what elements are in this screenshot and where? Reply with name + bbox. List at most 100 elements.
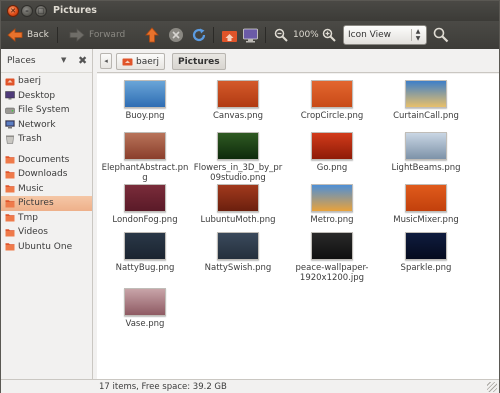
folder-icon [5, 170, 15, 179]
stop-button[interactable] [168, 25, 184, 45]
file-item[interactable]: Go.png [287, 132, 377, 173]
sidebar-item-desktop[interactable]: Desktop [1, 89, 92, 104]
sidebar-list: baerj Desktop File System Network Trash Docum… [1, 74, 92, 254]
sidebar-item-label: Ubuntu One [18, 241, 73, 252]
sidebar-header: Places ▼ ✖ [1, 49, 92, 73]
file-item[interactable]: ElephantAbstract.png [100, 132, 190, 183]
forward-arrow-icon [69, 28, 85, 42]
image-thumbnail [405, 80, 447, 108]
zoom-out-icon [274, 28, 288, 42]
image-thumbnail [217, 232, 259, 260]
file-item[interactable]: Sparkle.png [381, 232, 471, 273]
sidebar-item-documents[interactable]: Documents [1, 153, 92, 168]
image-thumbnail [405, 232, 447, 260]
trash-icon [5, 135, 15, 144]
file-item[interactable]: NattyBug.png [100, 232, 190, 273]
view-mode-label: Icon View [348, 30, 392, 40]
select-separator [411, 29, 412, 41]
sidebar-item-label: Downloads [18, 169, 68, 180]
sidebar-item-network[interactable]: Network [1, 118, 92, 133]
toolbar-separator [265, 27, 266, 43]
folder-icon [5, 213, 15, 222]
file-item[interactable]: Vase.png [100, 288, 190, 329]
sidebar-item-baerj[interactable]: baerj [1, 74, 92, 89]
resize-grip-icon[interactable] [487, 382, 497, 392]
sidebar-close-icon[interactable]: ✖ [78, 54, 87, 67]
window-title: Pictures [53, 5, 97, 16]
file-item[interactable]: Buoy.png [100, 80, 190, 121]
file-item[interactable]: CurtainCall.png [381, 80, 471, 121]
image-thumbnail [124, 232, 166, 260]
file-item[interactable]: CropCircle.png [287, 80, 377, 121]
minimize-icon: – [25, 7, 29, 15]
image-thumbnail [217, 184, 259, 212]
up-button[interactable] [145, 25, 159, 45]
window-minimize-button[interactable]: – [21, 5, 33, 17]
file-item[interactable]: Metro.png [287, 184, 377, 225]
file-name: NattyBug.png [115, 263, 175, 273]
sidebar-item-videos[interactable]: Videos [1, 225, 92, 240]
file-name: CurtainCall.png [393, 111, 459, 121]
forward-button[interactable]: Forward [69, 25, 125, 45]
file-item[interactable]: Flowers_in_3D_by_pr09studio.png [193, 132, 283, 183]
breadcrumb-home[interactable]: baerj [116, 53, 165, 70]
file-name: Sparkle.png [400, 263, 452, 273]
image-thumbnail [124, 288, 166, 316]
file-item[interactable]: LubuntuMoth.png [193, 184, 283, 225]
file-item[interactable]: NattySwish.png [193, 232, 283, 273]
sidebar-item-label: Pictures [18, 198, 54, 209]
sidebar-item-tmp[interactable]: Tmp [1, 211, 92, 226]
file-item[interactable]: LightBeams.png [381, 132, 471, 173]
breadcrumb-current[interactable]: Pictures [172, 53, 226, 70]
title-bar[interactable]: ✕ – □ Pictures [1, 1, 499, 21]
folder-icon [5, 184, 15, 193]
file-name: Buoy.png [125, 111, 165, 121]
image-thumbnail [217, 132, 259, 160]
sidebar-item-ubuntu-one[interactable]: Ubuntu One [1, 240, 92, 255]
status-text: 17 items, Free space: 39.2 GB [99, 382, 227, 392]
up-down-arrows-icon: ▲ ▼ [415, 28, 421, 42]
computer-button[interactable] [242, 25, 259, 45]
window-close-button[interactable]: ✕ [7, 5, 19, 17]
sidebar-item-music[interactable]: Music [1, 182, 92, 197]
home-button[interactable] [221, 25, 238, 45]
network-icon [5, 120, 15, 129]
sidebar-item-trash[interactable]: Trash [1, 132, 92, 147]
file-name: Canvas.png [212, 111, 264, 121]
file-name: LondonFog.png [112, 215, 178, 225]
zoom-in-button[interactable] [322, 25, 336, 45]
file-name: CropCircle.png [300, 111, 364, 121]
window-maximize-button[interactable]: □ [35, 5, 47, 17]
file-item[interactable]: peace-wallpaper-1920x1200.jpg [287, 232, 377, 283]
sidebar-dropdown-icon[interactable]: ▼ [61, 56, 66, 64]
computer-icon [242, 28, 259, 43]
zoom-level[interactable]: 100% [293, 25, 319, 45]
chevron-left-icon: ◂ [104, 57, 108, 65]
home-folder-icon [5, 77, 15, 86]
folder-icon [5, 228, 15, 237]
image-thumbnail [217, 80, 259, 108]
file-name: Metro.png [310, 215, 354, 225]
image-thumbnail [405, 184, 447, 212]
sidebar-item-file-system[interactable]: File System [1, 103, 92, 118]
path-scroll-left-button[interactable]: ◂ [100, 53, 112, 69]
file-item[interactable]: MusicMixer.png [381, 184, 471, 225]
image-thumbnail [124, 184, 166, 212]
reload-button[interactable] [191, 25, 207, 45]
zoom-out-button[interactable] [274, 25, 288, 45]
view-mode-select[interactable]: Icon View ▲ ▼ [343, 25, 427, 45]
home-folder-icon [221, 28, 238, 43]
sidebar-item-label: Network [18, 119, 56, 130]
back-arrow-icon [7, 28, 23, 42]
sidebar-item-label: Trash [18, 134, 42, 145]
back-button[interactable]: Back [7, 25, 49, 45]
toolbar-separator [57, 27, 58, 43]
file-item[interactable]: Canvas.png [193, 80, 283, 121]
sidebar-item-downloads[interactable]: Downloads [1, 167, 92, 182]
search-button[interactable] [433, 25, 449, 45]
places-sidebar: Places ▼ ✖ baerj Desktop File System Networ… [1, 49, 93, 379]
close-icon: ✕ [10, 7, 16, 15]
sidebar-item-pictures[interactable]: Pictures [1, 196, 92, 211]
sidebar-title: Places [7, 56, 36, 66]
file-item[interactable]: LondonFog.png [100, 184, 190, 225]
